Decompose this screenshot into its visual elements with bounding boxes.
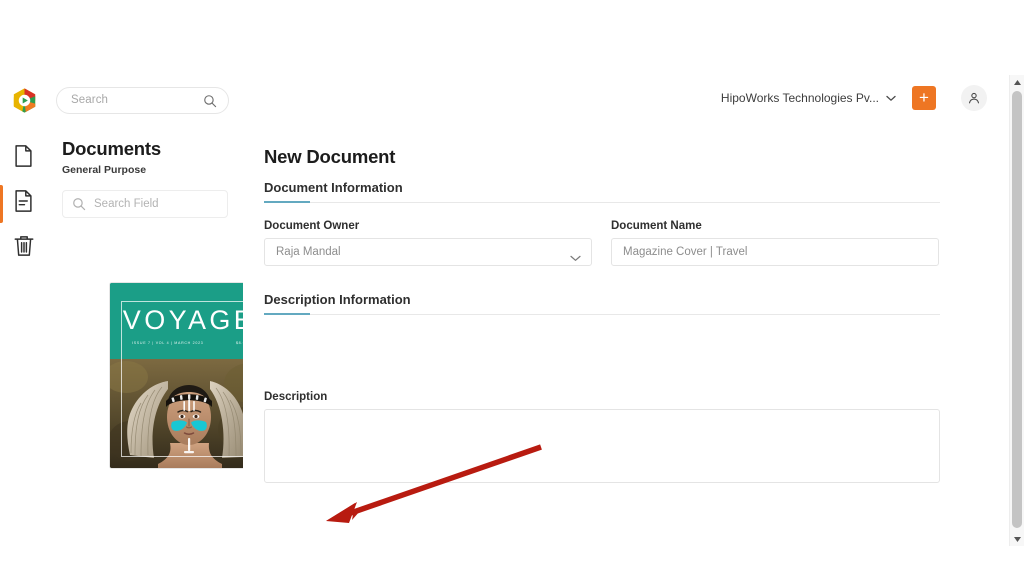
- document-owner-value: Raja Mandal: [276, 246, 341, 258]
- section-divider: [264, 313, 940, 315]
- hipoworks-hexagon-logo-icon[interactable]: [11, 87, 38, 114]
- global-search-input[interactable]: Search: [56, 87, 229, 114]
- section-description-information: Description Information: [264, 292, 940, 315]
- search-icon: [203, 94, 217, 108]
- add-new-button[interactable]: +: [912, 86, 936, 110]
- plus-icon: +: [919, 88, 929, 107]
- field-document-name: Document Name Magazine Cover | Travel: [611, 220, 939, 266]
- section-title: Document Information: [264, 180, 403, 195]
- sidebar-item-document-details[interactable]: [0, 181, 47, 226]
- scroll-down-arrow[interactable]: [1010, 532, 1024, 546]
- field-label: Document Name: [611, 220, 702, 232]
- chevron-down-icon: [886, 89, 896, 107]
- chevron-down-icon: [570, 249, 581, 267]
- section-document-information: Document Information: [264, 180, 940, 203]
- trash-icon: [13, 234, 35, 263]
- file-icon: [13, 144, 34, 173]
- scroll-up-arrow[interactable]: [1010, 75, 1024, 89]
- page-heading: New Document: [264, 146, 396, 167]
- panel-search-input[interactable]: Search Field: [62, 190, 228, 218]
- application-window: Search HipoWorks Technologies Pv... + Do…: [0, 75, 1024, 546]
- field-description: Description: [264, 391, 940, 483]
- sidebar-item-documents[interactable]: [0, 136, 47, 181]
- scroll-thumb[interactable]: [1012, 91, 1022, 528]
- panel-search-placeholder: Search Field: [94, 198, 159, 210]
- field-label: Document Owner: [264, 220, 360, 232]
- sidebar-item-trash[interactable]: [0, 226, 47, 271]
- document-name-input[interactable]: Magazine Cover | Travel: [611, 238, 939, 266]
- cover-title: VOYAGE: [122, 305, 256, 335]
- section-title: Description Information: [264, 292, 411, 307]
- vertical-scrollbar[interactable]: [1009, 75, 1024, 546]
- section-divider: [264, 201, 940, 203]
- icon-rail: [0, 126, 48, 546]
- top-bar: Search HipoWorks Technologies Pv... +: [0, 75, 1010, 127]
- page-title: Documents: [62, 138, 161, 159]
- file-lines-icon: [13, 189, 34, 218]
- document-owner-select[interactable]: Raja Mandal: [264, 238, 592, 266]
- cover-price: $8.00: [236, 341, 248, 345]
- document-name-value: Magazine Cover | Travel: [623, 246, 748, 258]
- search-icon: [72, 197, 86, 211]
- organization-name: HipoWorks Technologies Pv...: [720, 91, 879, 105]
- field-label: Description: [264, 391, 328, 403]
- description-textarea[interactable]: [264, 409, 940, 483]
- global-search-placeholder: Search: [71, 94, 109, 106]
- main-content: New Document Document Information Docume…: [243, 126, 1010, 546]
- account-avatar[interactable]: [961, 85, 987, 111]
- cover-issue-line: ISSUE 7 | VOL 4 | MARCH 2023: [132, 341, 204, 345]
- organization-switcher[interactable]: HipoWorks Technologies Pv...: [721, 89, 896, 107]
- field-document-owner: Document Owner Raja Mandal: [264, 220, 592, 266]
- panel-subtitle: General Purpose: [62, 164, 147, 176]
- documents-panel: Documents General Purpose Search Field V…: [47, 126, 269, 546]
